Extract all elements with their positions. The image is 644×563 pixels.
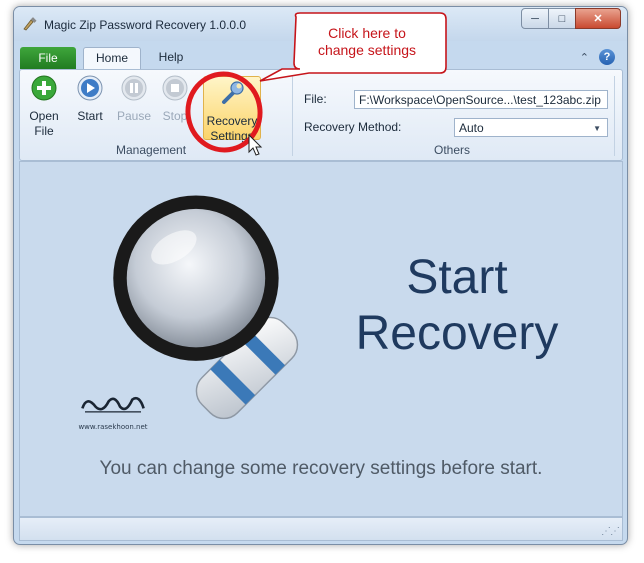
window-title: Magic Zip Password Recovery 1.0.0.0 <box>44 18 247 32</box>
start-recovery-line-1: Start <box>406 251 508 304</box>
play-icon <box>77 75 103 101</box>
resize-grip-icon[interactable]: ⋰⋰ <box>601 526 620 537</box>
plus-circle-icon <box>31 75 57 101</box>
pause-button[interactable]: Pause <box>114 74 154 124</box>
watermark-icon <box>81 396 145 413</box>
app-window: Magic Zip Password Recovery 1.0.0.0 ─ □ … <box>13 6 628 545</box>
minimize-button[interactable]: ─ <box>521 8 549 29</box>
open-file-label: Open File <box>29 109 59 138</box>
recovery-method-select[interactable]: Auto ▼ <box>454 118 608 137</box>
stop-label: Stop <box>162 109 188 123</box>
file-label: File: <box>304 92 327 106</box>
recovery-settings-label: Recovery Settings <box>206 114 258 143</box>
tab-help[interactable]: Help <box>148 47 194 68</box>
tab-file[interactable]: File <box>20 47 76 69</box>
others-group-label: Others <box>434 143 471 157</box>
start-button[interactable]: Start <box>72 74 108 124</box>
open-file-button[interactable]: Open File <box>24 74 64 139</box>
file-path-field[interactable]: F:\Workspace\OpenSource...\test_123abc.z… <box>354 90 608 109</box>
ribbon-panel: Open File Start Pause Stop Recovery Sett… <box>19 69 623 161</box>
collapse-ribbon-icon[interactable]: ⌃ <box>580 51 589 64</box>
management-group-label: Management <box>116 143 187 157</box>
main-content: Start Recovery www.rasekhoon.net You can… <box>19 161 623 517</box>
app-icon <box>23 17 37 31</box>
recovery-settings-button[interactable]: Recovery Settings <box>203 76 261 143</box>
maximize-button[interactable]: □ <box>548 8 576 29</box>
group-separator <box>292 76 293 156</box>
recovery-method-value: Auto <box>459 121 484 135</box>
watermark-logo: www.rasekhoon.net <box>68 390 158 431</box>
tab-home[interactable]: Home <box>83 47 141 69</box>
pause-icon <box>121 75 147 101</box>
wrench-icon <box>222 81 244 104</box>
recovery-method-label: Recovery Method: <box>304 120 402 134</box>
hint-text: You can change some recovery settings be… <box>99 458 543 479</box>
start-recovery-line-2: Recovery <box>355 307 559 360</box>
watermark-url: www.rasekhoon.net <box>78 423 148 431</box>
ribbon-top-icons: ⌃ ? <box>580 49 615 65</box>
callout-text: Click here to change settings <box>292 25 442 59</box>
stop-icon <box>162 75 188 101</box>
close-button[interactable]: ✕ <box>575 8 621 29</box>
start-label: Start <box>77 109 103 123</box>
start-recovery-button[interactable]: Start Recovery <box>352 250 562 362</box>
pause-label: Pause <box>116 109 152 123</box>
help-icon[interactable]: ? <box>599 49 615 65</box>
dropdown-arrow-icon[interactable]: ▼ <box>593 119 601 136</box>
group-separator <box>614 76 615 156</box>
status-bar: ⋰⋰ <box>19 517 623 541</box>
callout-line-1: Click here to <box>328 25 406 41</box>
stop-button[interactable]: Stop <box>158 74 192 124</box>
callout-line-2: change settings <box>317 42 417 58</box>
